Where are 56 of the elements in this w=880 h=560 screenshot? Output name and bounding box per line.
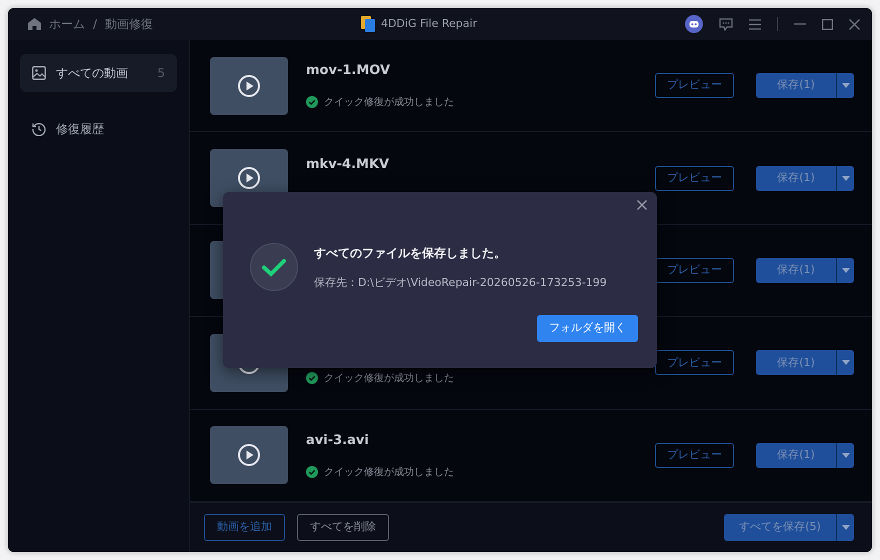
file-name: mkv-4.MKV [306, 156, 390, 174]
close-icon[interactable] [849, 18, 860, 30]
save-button[interactable]: 保存(1) [756, 258, 836, 283]
success-check-icon [306, 372, 318, 384]
save-button[interactable]: 保存(1) [756, 350, 836, 376]
breadcrumb-separator: / [93, 16, 98, 33]
dropdown-toggle-button[interactable] [836, 73, 854, 98]
repair-status: クイック修復が成功しました [324, 96, 454, 110]
minimize-icon[interactable] [794, 23, 806, 25]
success-check-icon [250, 243, 298, 291]
repair-status: クイック修復が成功しました [324, 466, 454, 480]
dialog-title: すべてのファイルを保存しました。 [314, 245, 506, 262]
delete-all-button[interactable]: すべてを削除 [297, 514, 389, 541]
caret-icon [842, 83, 850, 88]
dropdown-toggle-button[interactable] [836, 166, 854, 191]
play-icon[interactable] [238, 444, 260, 466]
file-name: avi-3.avi [306, 432, 370, 450]
open-folder-button[interactable]: フォルダを開く [537, 315, 638, 342]
caret-icon [842, 452, 850, 458]
success-check-icon [306, 96, 318, 108]
caret-icon [842, 176, 850, 181]
preview-button[interactable]: プレビュー [655, 166, 734, 191]
save-button[interactable]: 保存(1) [756, 166, 836, 191]
save-all-button[interactable]: すべてを保存(5) [724, 514, 836, 541]
save-button[interactable]: 保存(1) [756, 442, 836, 468]
file-name: mov-1.MOV [306, 62, 392, 80]
history-icon [32, 122, 46, 136]
sidebar-item[interactable]: すべての動画 5 [20, 54, 177, 92]
home-icon[interactable] [28, 18, 41, 30]
maximize-icon[interactable] [822, 18, 833, 30]
preview-button[interactable]: プレビュー [655, 73, 734, 98]
dropdown-toggle-button[interactable] [836, 350, 854, 376]
feedback-icon[interactable] [719, 18, 733, 30]
save-button[interactable]: 保存(1) [756, 73, 836, 98]
caret-icon [842, 268, 850, 273]
dropdown-toggle-button[interactable] [836, 442, 854, 468]
app-logo-icon [360, 16, 375, 32]
preview-button[interactable]: プレビュー [655, 442, 734, 468]
menu-icon[interactable] [749, 18, 761, 30]
breadcrumb-current: 動画修復 [105, 16, 154, 33]
save-path-text: 保存先：D:\ビデオ\VideoRepair-20260526-173253-199 [314, 275, 607, 291]
play-icon[interactable] [238, 167, 260, 190]
caret-icon [842, 360, 850, 366]
caret-icon [842, 524, 850, 530]
breadcrumb-link[interactable]: ホーム [49, 15, 85, 33]
chat-community-icon[interactable] [685, 15, 703, 33]
close-icon [637, 200, 647, 210]
play-icon[interactable] [238, 74, 260, 97]
sidebar-item[interactable]: 修復履歴 [20, 110, 177, 148]
dropdown-toggle-button[interactable] [836, 514, 854, 541]
success-check-icon [306, 466, 318, 478]
image-icon [32, 66, 46, 80]
dropdown-toggle-button[interactable] [836, 258, 854, 283]
repair-status: クイック修復が成功しました [324, 372, 454, 386]
add-video-button[interactable]: 動画を追加 [204, 514, 285, 541]
app-title: 4DDiG File Repair [380, 16, 478, 32]
